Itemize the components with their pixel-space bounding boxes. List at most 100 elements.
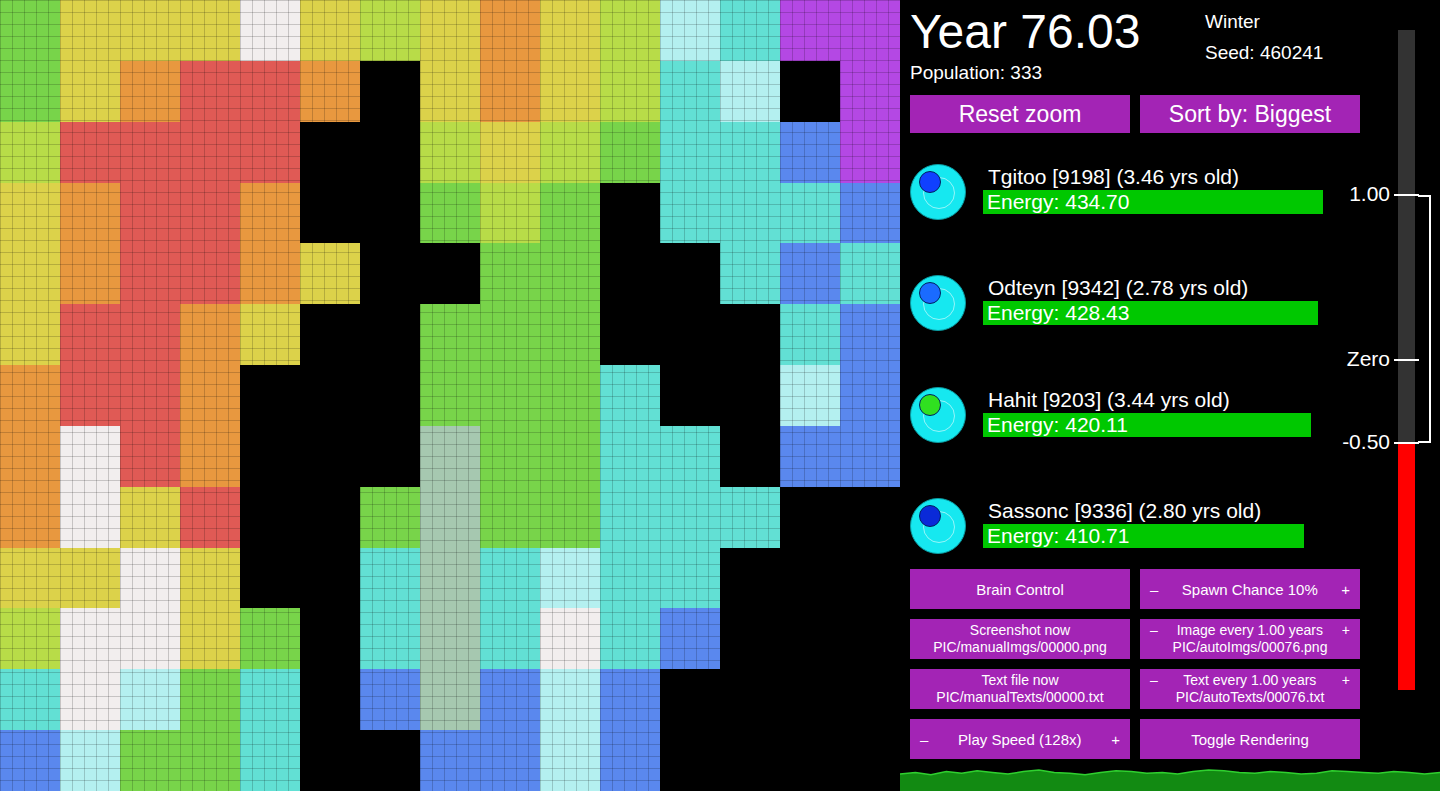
map-tile (540, 122, 600, 183)
map-tile (120, 608, 180, 669)
map-tile (240, 183, 300, 244)
increase-button[interactable]: + (1105, 731, 1126, 748)
map-tile (600, 487, 660, 548)
population-graph (900, 768, 1440, 791)
creature-name: Tgitoo [9198] (3.46 yrs old) (988, 164, 1239, 190)
map-tile (540, 426, 600, 487)
map-tile (180, 426, 240, 487)
map-tile (480, 669, 540, 730)
map-tile (420, 243, 480, 304)
decrease-button[interactable]: – (914, 731, 934, 748)
map-tile (480, 548, 540, 609)
creature-row[interactable]: Sassonc [9336] (2.80 yrs old)Energy: 410… (910, 493, 1360, 559)
year-label: Year 76.03 (910, 8, 1205, 56)
control-button[interactable]: Toggle Rendering (1140, 719, 1360, 759)
map-tile (0, 365, 60, 426)
map-tile (660, 243, 720, 304)
map-tile (660, 61, 720, 122)
map-tile (360, 0, 420, 61)
map-tile (840, 548, 900, 609)
control-button[interactable]: Text file nowPIC/manualTexts/00000.txt (910, 669, 1130, 709)
control-grid: Brain Control–Spawn Chance 10%+Screensho… (910, 569, 1360, 759)
map-tile (420, 183, 480, 244)
creature-row[interactable]: Tgitoo [9198] (3.46 yrs old)Energy: 434.… (910, 159, 1360, 225)
map-tile (420, 304, 480, 365)
map-tile (240, 243, 300, 304)
map-tile (60, 304, 120, 365)
control-button[interactable]: Brain Control (910, 569, 1130, 609)
map-tile (0, 183, 60, 244)
map-tile (540, 243, 600, 304)
side-panel: Year 76.03Population: 333WinterSeed: 460… (900, 0, 1440, 791)
map-tile (300, 548, 360, 609)
map-tile (0, 304, 60, 365)
map-tile (660, 669, 720, 730)
map-tile (360, 669, 420, 730)
increase-button[interactable]: + (1335, 581, 1356, 598)
map-tile (600, 608, 660, 669)
map-tile (480, 487, 540, 548)
creature-name: Sassonc [9336] (2.80 yrs old) (988, 498, 1261, 524)
map-tile (600, 0, 660, 61)
simulator-screen: Year 76.03Population: 333WinterSeed: 460… (0, 0, 1440, 791)
map-tile (660, 608, 720, 669)
map-tile (420, 426, 480, 487)
top-button[interactable]: Reset zoom (910, 95, 1130, 133)
map-tile (120, 183, 180, 244)
map-tile (300, 183, 360, 244)
decrease-button[interactable]: – (1144, 622, 1164, 639)
map-tile (360, 61, 420, 122)
map-tile (720, 122, 780, 183)
world-map[interactable] (0, 0, 900, 791)
map-tile (480, 365, 540, 426)
increase-button[interactable]: + (1336, 622, 1356, 639)
gauge-bracket (1418, 195, 1431, 443)
control-button[interactable]: –Image every 1.00 years+PIC/autoImgs/000… (1140, 619, 1360, 659)
map-tile (0, 426, 60, 487)
map-tile (840, 183, 900, 244)
map-tile (300, 730, 360, 791)
map-tile (720, 61, 780, 122)
map-tile (60, 426, 120, 487)
map-tile (240, 669, 300, 730)
energy-label: Energy: 420.11 (983, 413, 1230, 437)
map-tile (660, 730, 720, 791)
gauge-tick-label: 1.00 (1349, 181, 1390, 207)
map-tile (780, 548, 840, 609)
increase-button[interactable]: + (1336, 672, 1356, 689)
control-button[interactable]: Screenshot nowPIC/manualImgs/00000.png (910, 619, 1130, 659)
map-tile (420, 548, 480, 609)
decrease-button[interactable]: – (1144, 672, 1164, 689)
map-tile (120, 730, 180, 791)
control-button[interactable]: –Play Speed (128x)+ (910, 719, 1130, 759)
map-tile (540, 61, 600, 122)
map-tile (180, 122, 240, 183)
map-tile (780, 243, 840, 304)
creature-row[interactable]: Hahit [9203] (3.44 yrs old)Energy: 420.1… (910, 382, 1360, 448)
map-tile (360, 548, 420, 609)
map-tile (180, 669, 240, 730)
map-tile (300, 243, 360, 304)
map-tile (300, 669, 360, 730)
season-label: Winter (1205, 11, 1323, 33)
creature-row[interactable]: Odteyn [9342] (2.78 yrs old)Energy: 428.… (910, 270, 1360, 336)
control-button[interactable]: –Text every 1.00 years+PIC/autoTexts/000… (1140, 669, 1360, 709)
map-tile (360, 487, 420, 548)
top-button[interactable]: Sort by: Biggest (1140, 95, 1360, 133)
map-tile (420, 669, 480, 730)
map-tile (600, 183, 660, 244)
map-tile (0, 243, 60, 304)
map-tile (600, 730, 660, 791)
control-button[interactable]: –Spawn Chance 10%+ (1140, 569, 1360, 609)
map-tile (480, 61, 540, 122)
map-tile (240, 730, 300, 791)
decrease-button[interactable]: – (1144, 581, 1164, 598)
map-tile (360, 608, 420, 669)
map-tile (540, 304, 600, 365)
map-tile (60, 61, 120, 122)
creature-icon (910, 387, 966, 443)
map-tile (720, 548, 780, 609)
map-tile (420, 61, 480, 122)
map-tile (720, 608, 780, 669)
creature-list: Tgitoo [9198] (3.46 yrs old)Energy: 434.… (910, 159, 1360, 559)
